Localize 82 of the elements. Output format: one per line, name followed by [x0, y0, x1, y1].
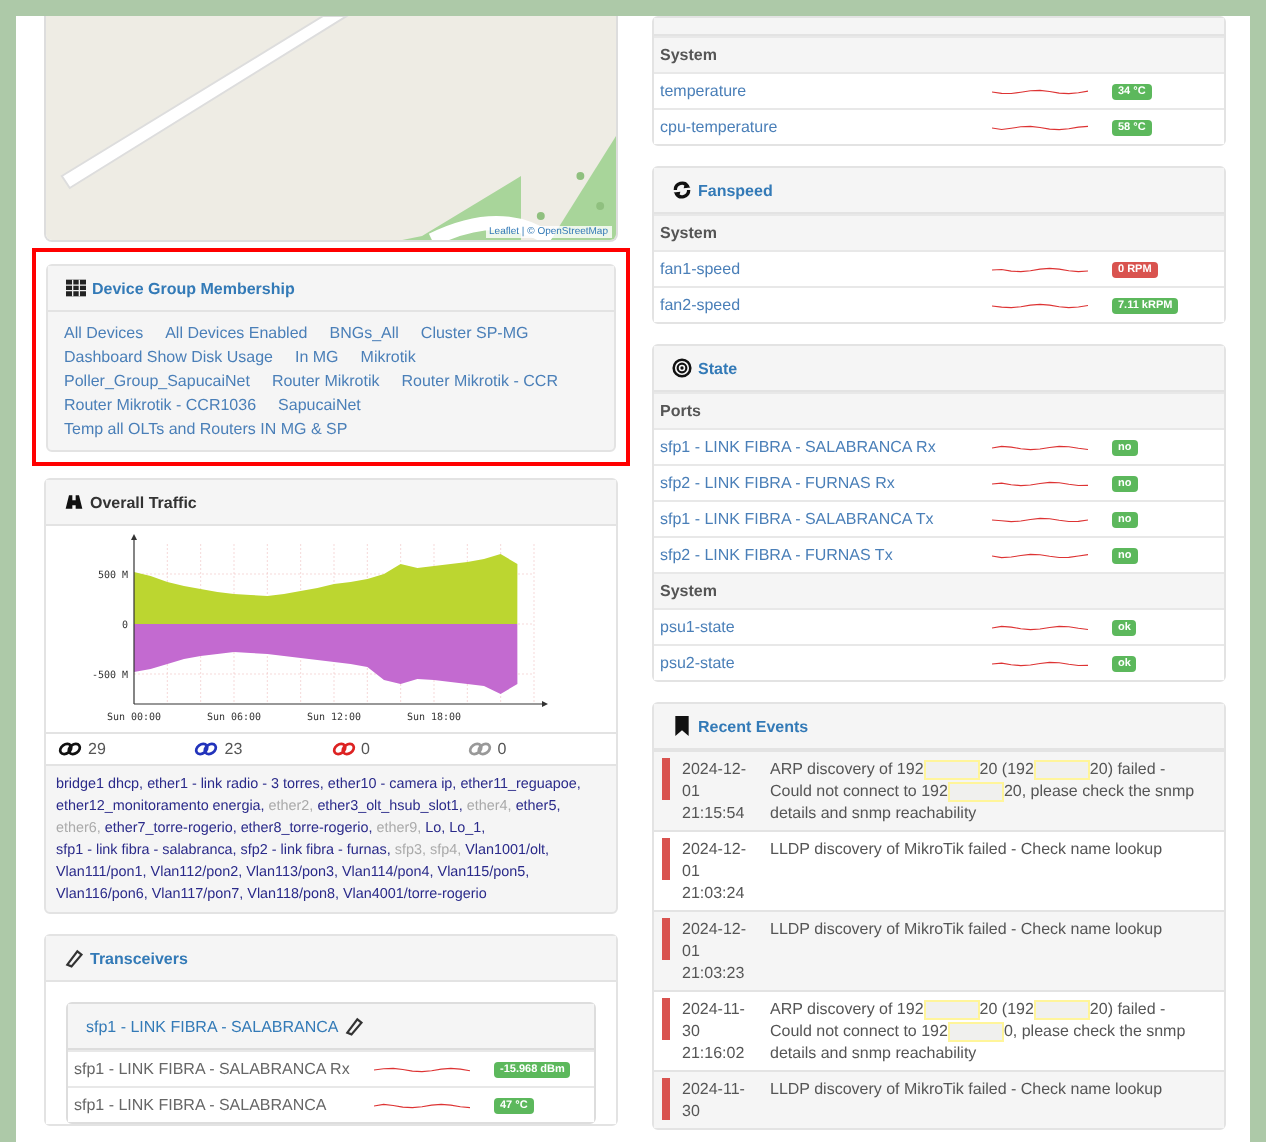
- event-message: 20, please check the snmp: [1003, 780, 1195, 802]
- panel-title: Overall Traffic: [90, 493, 197, 511]
- group-link[interactable]: Poller_Group_SapucaiNet: [64, 370, 250, 392]
- event-time: 21:16:02: [682, 1042, 747, 1064]
- section-label: System: [660, 46, 717, 64]
- sensor-name: sfp1 - LINK FIBRA - SALABRANCA: [74, 1096, 329, 1114]
- event-time: 21:03:23: [682, 962, 747, 984]
- group-link[interactable]: All Devices Enabled: [165, 322, 308, 344]
- group-link[interactable]: Cluster SP-MG: [420, 322, 529, 344]
- sensor-link[interactable]: sfp2 - LINK FIBRA - FURNAS Tx: [660, 546, 992, 564]
- group-link[interactable]: In MG: [295, 346, 339, 368]
- port-count: 29: [88, 740, 106, 758]
- event-message: Could not connect to 192: [770, 1020, 948, 1042]
- redaction-box: [947, 781, 1004, 801]
- group-link[interactable]: Router Mikrotik - CCR1036: [64, 394, 257, 416]
- sensor-link[interactable]: sfp1 - LINK FIBRA - SALABRANCA Rx: [660, 438, 992, 456]
- event-message: 20) failed -: [1089, 998, 1166, 1020]
- event-time: 21:03:24: [682, 882, 747, 904]
- group-link[interactable]: Router Mikrotik - CCR: [401, 370, 558, 392]
- group-link[interactable]: BNGs_All: [329, 322, 399, 344]
- event-date: 2024-12-01: [682, 918, 749, 962]
- event-date: 2024-12-01: [682, 758, 749, 802]
- event-message: details and snmp reachability: [770, 1042, 977, 1064]
- event-time: 21:15:54: [682, 802, 747, 824]
- event-message: LLDP discovery of MikroTik failed - Check name lookup: [770, 918, 1163, 940]
- severity-bar: [662, 758, 670, 800]
- event-message: LLDP discovery of MikroTik failed - Check name lookup: [770, 838, 1163, 860]
- event-message: 20 (192: [979, 998, 1034, 1020]
- event-message: 20) failed -: [1089, 758, 1166, 780]
- panel-title[interactable]: Transceivers: [90, 949, 188, 967]
- group-link[interactable]: All Devices: [64, 322, 144, 344]
- group-link[interactable]: Mikrotik: [360, 346, 416, 368]
- group-link[interactable]: SapucaiNet: [278, 394, 361, 416]
- section-label: System: [660, 224, 717, 242]
- section-label: System: [660, 582, 717, 600]
- sensor-link[interactable]: fan2-speed: [660, 296, 992, 314]
- port-count: 0: [361, 740, 370, 758]
- binoculars-icon: [64, 492, 84, 512]
- severity-bar: [662, 998, 670, 1040]
- target-icon: [672, 358, 692, 378]
- sensor-link[interactable]: sfp2 - LINK FIBRA - FURNAS Rx: [660, 474, 992, 492]
- sensor-link[interactable]: fan1-speed: [660, 260, 992, 278]
- group-link[interactable]: Router Mikrotik: [271, 370, 380, 392]
- redaction-box: [1033, 759, 1090, 779]
- panel-title[interactable]: Recent Events: [698, 717, 809, 735]
- redaction-box: [1033, 999, 1090, 1019]
- event-message: ARP discovery of 192: [770, 758, 924, 780]
- refresh-icon: [672, 180, 692, 200]
- event-message: ARP discovery of 192: [770, 998, 924, 1020]
- bookmark-icon: [672, 716, 692, 736]
- group-link[interactable]: Dashboard Show Disk Usage: [64, 346, 273, 368]
- redaction-box: [923, 759, 980, 779]
- transceiver-port[interactable]: sfp1 - LINK FIBRA - SALABRANCA: [86, 1017, 339, 1035]
- redaction-box: [923, 999, 980, 1019]
- event-message: Could not connect to 192: [770, 780, 948, 802]
- event-message: 20 (192: [979, 758, 1034, 780]
- panel-title[interactable]: Fanspeed: [698, 181, 773, 199]
- event-message: 0, please check the snmp: [1003, 1020, 1186, 1042]
- port-count: 0: [497, 740, 507, 758]
- sensor-link[interactable]: psu1-state: [660, 618, 992, 636]
- sensor-link[interactable]: psu2-state: [660, 654, 992, 672]
- event-date: 2024-12-01: [682, 838, 749, 882]
- severity-bar: [662, 838, 670, 880]
- event-message: details and snmp reachability: [770, 802, 977, 824]
- tag-icon: [64, 948, 84, 968]
- event-message: LLDP discovery of MikroTik failed - Check name lookup: [770, 1078, 1163, 1100]
- sensor-link[interactable]: cpu-temperature: [660, 118, 992, 136]
- tag-icon: [344, 1016, 365, 1036]
- panel-title[interactable]: Device Group Membership: [92, 279, 295, 297]
- sensor-link[interactable]: sfp1 - LINK FIBRA - SALABRANCA Tx: [660, 510, 992, 528]
- group-link[interactable]: Temp all OLTs and Routers IN MG & SP: [64, 418, 348, 440]
- section-label: Ports: [660, 402, 701, 420]
- redaction-box: [947, 1021, 1004, 1041]
- severity-bar: [662, 1078, 670, 1120]
- event-date: 2024-11-30: [682, 998, 747, 1042]
- event-date: 2024-11-30: [682, 1078, 747, 1122]
- panel-title[interactable]: State: [698, 359, 738, 377]
- sensor-name: sfp1 - LINK FIBRA - SALABRANCA Rx: [74, 1060, 352, 1078]
- sensor-link[interactable]: temperature: [660, 82, 992, 100]
- table-icon: [66, 278, 86, 298]
- severity-bar: [662, 918, 670, 960]
- port-count: 23: [224, 740, 243, 758]
